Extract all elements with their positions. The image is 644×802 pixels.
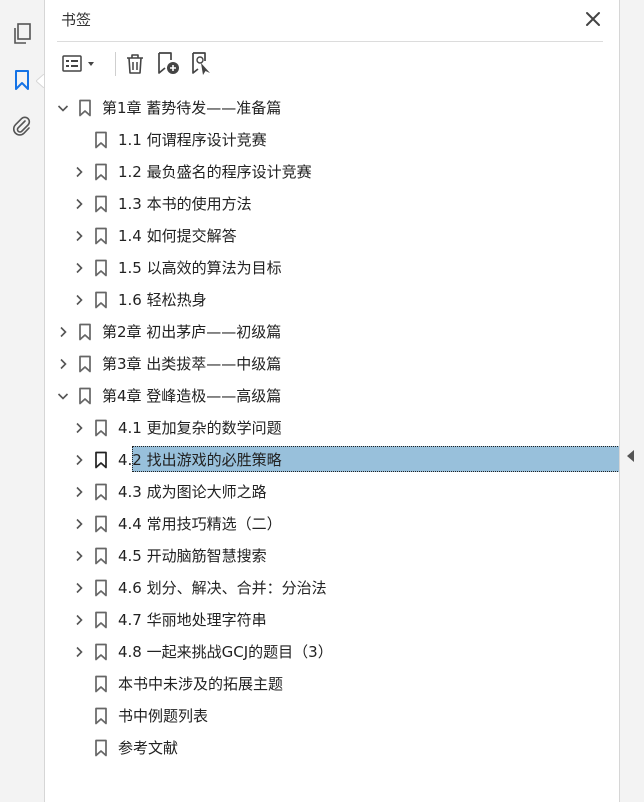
bookmark-label: 第1章 蓄势待发——准备篇	[102, 99, 282, 117]
bookmark-icon	[95, 483, 107, 501]
options-list-icon[interactable]	[61, 51, 99, 77]
bookmark-item[interactable]: 1.2 最负盛名的程序设计竞赛	[45, 156, 619, 188]
chevron-right-icon[interactable]	[73, 518, 85, 530]
bookmark-label: 4.7 华丽地处理字符串	[118, 611, 267, 629]
bookmark-label: 第4章 登峰造极——高级篇	[102, 387, 282, 405]
chevron-down-icon[interactable]	[57, 102, 69, 114]
bookmark-icon	[95, 419, 107, 437]
collapse-panel-icon[interactable]	[627, 450, 634, 462]
bookmark-label: 书中例题列表	[118, 707, 209, 725]
bookmark-chapter-item[interactable]: 第4章 登峰造极——高级篇	[45, 380, 619, 412]
chevron-right-icon[interactable]	[73, 166, 85, 178]
bookmark-item[interactable]: 1.4 如何提交解答	[45, 220, 619, 252]
bookmark-chapter-item[interactable]: 第1章 蓄势待发——准备篇	[45, 92, 619, 124]
bookmark-label: 第3章 出类拔萃——中级篇	[102, 355, 282, 373]
bookmark-label: 4.1 更加复杂的数学问题	[118, 419, 282, 437]
bookmark-label: 1.2 最负盛名的程序设计竞赛	[118, 163, 312, 181]
bookmark-label: 本书中未涉及的拓展主题	[118, 675, 284, 693]
bookmark-chapter-item[interactable]: 第2章 初出茅庐——初级篇	[45, 316, 619, 348]
bookmark-icon	[95, 547, 107, 565]
bookmark-icon	[79, 387, 91, 405]
bookmark-item[interactable]: 4.2 找出游戏的必胜策略	[45, 444, 630, 476]
bookmark-icon	[95, 227, 107, 245]
left-nav-bar	[0, 0, 45, 802]
bookmark-icon	[95, 579, 107, 597]
toolbar-separator	[115, 52, 116, 76]
chevron-right-icon[interactable]	[73, 614, 85, 626]
chevron-right-icon[interactable]	[73, 646, 85, 658]
bookmark-item[interactable]: 4.1 更加复杂的数学问题	[45, 412, 619, 444]
pages-icon[interactable]	[10, 22, 34, 46]
bookmark-label: 参考文献	[118, 739, 179, 757]
bookmark-label: 4.6 划分、解决、合并：分治法	[118, 579, 327, 597]
new-bookmark-icon[interactable]	[155, 51, 183, 77]
bookmark-item[interactable]: 参考文献	[45, 732, 619, 764]
chevron-right-icon[interactable]	[57, 358, 69, 370]
bookmark-item[interactable]: 本书中未涉及的拓展主题	[45, 668, 619, 700]
bookmark-panel-icon[interactable]	[10, 68, 34, 92]
header-divider	[57, 41, 603, 42]
chevron-down-icon[interactable]	[57, 390, 69, 402]
bookmark-label: 4.2 找出游戏的必胜策略	[118, 451, 282, 469]
bookmark-item[interactable]: 4.7 华丽地处理字符串	[45, 604, 619, 636]
bookmark-item[interactable]: 4.6 划分、解决、合并：分治法	[45, 572, 619, 604]
bookmark-icon	[79, 99, 91, 117]
chevron-right-icon[interactable]	[73, 422, 85, 434]
bookmark-icon	[95, 515, 107, 533]
chevron-right-icon[interactable]	[73, 486, 85, 498]
bookmark-label: 1.4 如何提交解答	[118, 227, 237, 245]
bookmark-item[interactable]: 1.1 何谓程序设计竞赛	[45, 124, 619, 156]
chevron-right-icon[interactable]	[73, 294, 85, 306]
bookmark-icon	[95, 195, 107, 213]
bookmark-item[interactable]: 4.4 常用技巧精选（二）	[45, 508, 619, 540]
bookmark-icon	[95, 643, 107, 661]
bookmark-icon	[95, 707, 107, 725]
bookmark-icon	[79, 323, 91, 341]
bookmark-icon	[95, 451, 107, 469]
chevron-right-icon[interactable]	[73, 454, 85, 466]
chevron-right-icon[interactable]	[57, 326, 69, 338]
bookmarks-toolbar	[57, 48, 617, 80]
bookmark-item[interactable]: 4.3 成为图论大师之路	[45, 476, 619, 508]
paperclip-icon[interactable]	[10, 114, 34, 138]
bookmark-item[interactable]: 1.3 本书的使用方法	[45, 188, 619, 220]
close-icon[interactable]	[583, 9, 603, 29]
chevron-right-icon[interactable]	[73, 582, 85, 594]
bookmark-item[interactable]: 1.5 以高效的算法为目标	[45, 252, 619, 284]
bookmark-icon	[79, 355, 91, 373]
chevron-right-icon[interactable]	[73, 550, 85, 562]
bookmark-label: 4.5 开动脑筋智慧搜索	[118, 547, 267, 565]
chevron-right-icon[interactable]	[73, 230, 85, 242]
bookmark-item[interactable]: 4.5 开动脑筋智慧搜索	[45, 540, 619, 572]
bookmark-icon	[95, 259, 107, 277]
right-collapse-bar	[619, 0, 644, 802]
bookmark-label: 1.6 轻松热身	[118, 291, 207, 309]
bookmark-label: 1.5 以高效的算法为目标	[118, 259, 282, 277]
chevron-right-icon[interactable]	[73, 262, 85, 274]
bookmark-label: 4.8 一起来挑战GCJ的题目（3）	[118, 643, 333, 661]
bookmarks-panel: 书签 第1章 蓄势待发——准备篇 1.1 何谓程序设计竞赛 1.2 最负盛名的程…	[45, 0, 630, 802]
active-indicator-icon	[36, 74, 44, 88]
bookmark-icon	[95, 291, 107, 309]
panel-title: 书签	[61, 11, 92, 29]
bookmark-label: 4.3 成为图论大师之路	[118, 483, 267, 501]
bookmark-item[interactable]: 1.6 轻松热身	[45, 284, 619, 316]
bookmark-label: 4.4 常用技巧精选（二）	[118, 515, 282, 533]
bookmark-label: 1.1 何谓程序设计竞赛	[118, 131, 267, 149]
trash-icon[interactable]	[123, 51, 147, 77]
bookmark-label: 第2章 初出茅庐——初级篇	[102, 323, 282, 341]
bookmark-icon	[95, 611, 107, 629]
bookmark-label: 1.3 本书的使用方法	[118, 195, 252, 213]
bookmark-chapter-item[interactable]: 第3章 出类拔萃——中级篇	[45, 348, 619, 380]
bookmark-icon	[95, 739, 107, 757]
bookmark-item[interactable]: 4.8 一起来挑战GCJ的题目（3）	[45, 636, 619, 668]
bookmark-from-selection-icon[interactable]	[189, 51, 217, 77]
bookmark-item[interactable]: 书中例题列表	[45, 700, 619, 732]
bookmark-icon	[95, 675, 107, 693]
bookmark-icon	[95, 163, 107, 181]
bookmark-icon	[95, 131, 107, 149]
chevron-right-icon[interactable]	[73, 198, 85, 210]
